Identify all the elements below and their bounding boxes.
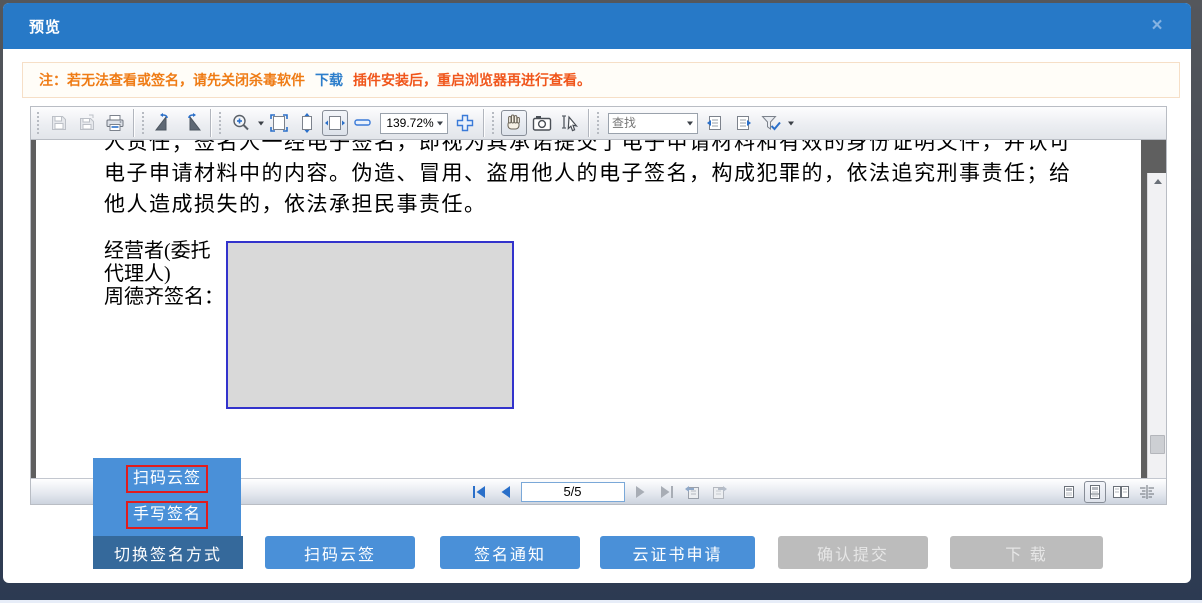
pdf-viewer: 人责任；签名人一经电子签名，即视为其承诺提交了电子申请材料和有效的身份证明文件，… [30, 106, 1167, 505]
scroll-up-icon[interactable] [1148, 173, 1166, 190]
previous-view-icon[interactable] [683, 483, 703, 501]
toolbar-separator [588, 109, 589, 137]
zoom-level-combo[interactable] [380, 113, 448, 134]
toolbar-separator [133, 109, 134, 137]
continuous-facing-icon[interactable] [1136, 481, 1158, 503]
rotate-right-icon[interactable] [179, 110, 205, 136]
next-view-icon[interactable] [709, 483, 729, 501]
first-page-icon[interactable] [469, 483, 489, 501]
print-icon[interactable] [102, 110, 128, 136]
find-result-next-icon[interactable] [730, 110, 756, 136]
find-combo[interactable] [608, 113, 698, 134]
continuous-icon[interactable] [1084, 481, 1106, 503]
page-indicator-input[interactable] [521, 482, 625, 502]
document-area: 人责任；签名人一经电子签名，即视为其承诺提交了电子申请材料和有效的身份证明文件，… [31, 140, 1166, 480]
prev-page-icon[interactable] [495, 483, 515, 501]
confirm-submit-button: 确认提交 [778, 536, 928, 569]
document-text: 人责任；签名人一经电子签名，即视为其承诺提交了电子申请材料和有效的身份证明文件，… [104, 140, 1082, 220]
page-layout-switcher [1058, 479, 1158, 505]
toolbar-separator [483, 109, 484, 137]
zoom-in-icon[interactable] [452, 110, 478, 136]
scrollbar-thumb[interactable] [1150, 435, 1165, 454]
filter-icon[interactable] [758, 110, 784, 136]
zoom-out-icon[interactable] [350, 110, 376, 136]
fit-width-icon[interactable] [322, 110, 348, 136]
close-icon[interactable]: × [1147, 16, 1167, 36]
save-as-icon[interactable] [74, 110, 100, 136]
select-icon[interactable] [557, 110, 583, 136]
last-page-icon[interactable] [657, 483, 677, 501]
signature-notice-button[interactable]: 签名通知 [440, 536, 580, 569]
signature-label: 经营者(委托 代理人) 周德齐签名： [104, 240, 224, 309]
signature-field-box[interactable] [226, 241, 514, 409]
caret-down-icon[interactable] [257, 119, 265, 127]
preview-dialog: 预览 × 注：若无法查看或签名，请先关闭杀毒软件 下载 插件安装后，重启浏览器再… [3, 3, 1191, 583]
page-navigation [469, 482, 729, 502]
popup-item-handwritten-sign[interactable]: 手写签名 [126, 501, 208, 529]
toolbar-grip [141, 112, 145, 134]
signature-label-line: 代理人) [104, 263, 224, 286]
caret-down-icon[interactable] [787, 119, 795, 127]
notice-text: 注：若无法查看或签名，请先关闭杀毒软件 [39, 70, 305, 90]
antivirus-notice: 注：若无法查看或签名，请先关闭杀毒软件 下载 插件安装后，重启浏览器再进行查看。 [22, 62, 1180, 98]
caret-down-icon[interactable] [436, 119, 444, 127]
caret-down-icon[interactable] [686, 119, 694, 127]
signature-label-line: 经营者(委托 [104, 240, 224, 263]
toolbar-grip [596, 112, 600, 134]
document-line: 他人造成损失的，依法承担民事责任。 [104, 189, 1082, 220]
fit-height-icon[interactable] [294, 110, 320, 136]
signature-mode-popup: 扫码云签 手写签名 [93, 458, 241, 536]
toolbar-grip [36, 112, 40, 134]
rotate-left-icon[interactable] [151, 110, 177, 136]
document-page: 人责任；签名人一经电子签名，即视为其承诺提交了电子申请材料和有效的身份证明文件，… [36, 140, 1141, 480]
document-line: 人责任；签名人一经电子签名，即视为其承诺提交了电子申请材料和有效的身份证明文件，… [104, 140, 1082, 158]
dialog-title: 预览 [29, 16, 61, 37]
notice-text-suffix: 插件安装后，重启浏览器再进行查看。 [353, 70, 591, 90]
hand-icon[interactable] [501, 110, 527, 136]
toolbar-grip [491, 112, 495, 134]
toolbar-grip [218, 112, 222, 134]
scan-cloud-sign-button[interactable]: 扫码云签 [265, 536, 415, 569]
popup-item-scan-cloud-sign[interactable]: 扫码云签 [126, 465, 208, 493]
toolbar-separator [210, 109, 211, 137]
download-plugin-link[interactable]: 下载 [315, 70, 343, 90]
signature-label-line: 周德齐签名： [104, 286, 224, 309]
snapshot-icon[interactable] [529, 110, 555, 136]
facing-icon[interactable] [1110, 481, 1132, 503]
zoom-icon[interactable] [228, 110, 254, 136]
dialog-header: 预览 [3, 3, 1191, 49]
download-button: 下 载 [950, 536, 1103, 569]
find-result-prev-icon[interactable] [702, 110, 728, 136]
next-page-icon[interactable] [631, 483, 651, 501]
cloud-certificate-apply-button[interactable]: 云证书申请 [600, 536, 755, 569]
save-icon[interactable] [46, 110, 72, 136]
vertical-scrollbar[interactable] [1147, 173, 1166, 480]
pdf-toolbar [31, 107, 1166, 140]
fit-page-icon[interactable] [266, 110, 292, 136]
single-page-icon[interactable] [1058, 481, 1080, 503]
document-line: 电子申请材料中的内容。伪造、冒用、盗用他人的电子签名，构成犯罪的，依法追究刑事责… [104, 158, 1082, 189]
find-input[interactable] [612, 116, 686, 130]
zoom-level-input[interactable] [384, 116, 436, 130]
switch-signature-mode-button[interactable]: 切换签名方式 [93, 536, 243, 569]
